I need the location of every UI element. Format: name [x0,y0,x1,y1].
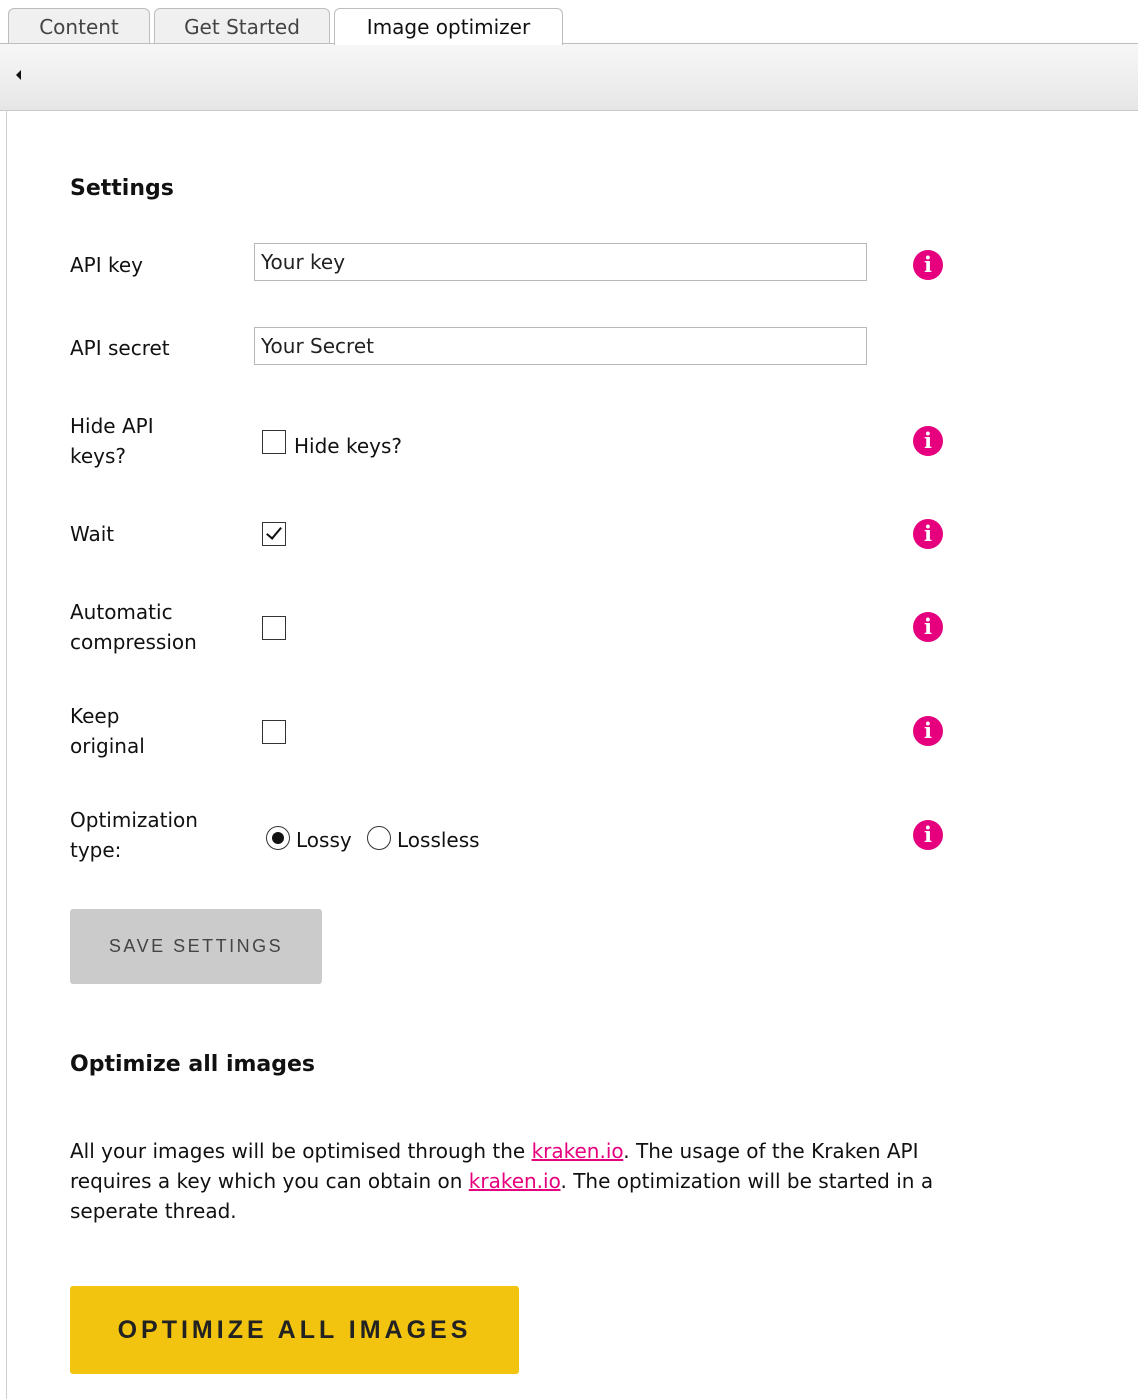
keep-original-label: Keep original [70,701,145,761]
auto-compression-label-line1: Automatic [70,600,173,624]
hide-keys-checkbox[interactable] [262,430,286,454]
collapse-arrow-icon[interactable] [16,70,21,80]
info-icon[interactable]: i [913,612,943,642]
wait-checkbox[interactable] [262,522,286,546]
auto-compression-label-line2: compression [70,630,197,654]
keep-original-label-line2: original [70,734,145,758]
kraken-link[interactable]: kraken.io [469,1169,561,1193]
settings-heading: Settings [70,176,174,201]
info-icon[interactable]: i [913,716,943,746]
toolbar [0,44,1138,111]
info-icon[interactable]: i [913,519,943,549]
lossless-radio[interactable] [367,826,391,850]
lossy-radio[interactable] [266,826,290,850]
tab-get-started[interactable]: Get Started [154,8,330,44]
keep-original-label-line1: Keep [70,704,120,728]
api-key-label: API key [70,253,144,277]
desc-text-1: All your images will be optimised throug… [70,1139,532,1163]
hide-keys-label: Hide API keys? [70,411,154,471]
api-secret-input[interactable] [254,327,867,365]
tab-image-optimizer[interactable]: Image optimizer [334,8,563,45]
optimize-heading: Optimize all images [70,1052,316,1077]
lossy-label[interactable]: Lossy [296,828,352,852]
lossless-label[interactable]: Lossless [397,828,480,852]
kraken-link[interactable]: kraken.io [532,1139,624,1163]
optimization-type-label-line1: Optimization [70,808,198,832]
tab-content[interactable]: Content [8,8,150,44]
tab-bar: Content Get Started Image optimizer [0,0,1138,45]
info-icon[interactable]: i [913,820,943,850]
info-icon[interactable]: i [913,250,943,280]
auto-compression-checkbox[interactable] [262,616,286,640]
save-settings-button[interactable]: SAVE SETTINGS [70,909,322,984]
optimization-type-label-line2: type: [70,838,122,862]
api-key-input[interactable] [254,243,867,281]
optimize-description: All your images will be optimised throug… [70,1136,990,1226]
content-border [6,110,7,1399]
keep-original-checkbox[interactable] [262,720,286,744]
hide-keys-label-line1: Hide API [70,414,154,438]
wait-label: Wait [70,522,115,546]
api-secret-label: API secret [70,336,170,360]
auto-compression-label: Automatic compression [70,597,197,657]
hide-keys-checkbox-label[interactable]: Hide keys? [294,434,402,458]
optimization-type-label: Optimization type: [70,805,198,865]
info-icon[interactable]: i [913,426,943,456]
optimize-all-images-button[interactable]: OPTIMIZE ALL IMAGES [70,1286,519,1374]
hide-keys-label-line2: keys? [70,444,127,468]
